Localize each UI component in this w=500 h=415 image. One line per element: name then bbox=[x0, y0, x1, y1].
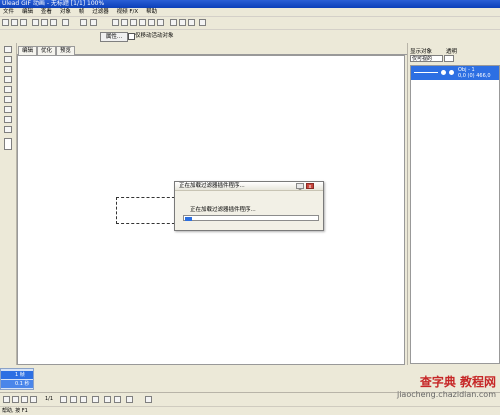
frame-settings-icon[interactable] bbox=[126, 396, 133, 403]
reverse-icon[interactable] bbox=[104, 396, 111, 403]
menu-help[interactable]: 帮助 bbox=[143, 8, 160, 16]
frame-row[interactable]: 1 帧 bbox=[1, 371, 33, 379]
add-image-icon[interactable] bbox=[32, 19, 39, 26]
watermark: 查字典 教程网 jiaocheng.chazidian.com bbox=[368, 374, 496, 410]
loading-dialog: 正在加载过滤器插件程序... _ x 正在加载过滤器插件程序... bbox=[174, 181, 324, 231]
next-frame-icon[interactable] bbox=[30, 396, 37, 403]
redo-icon[interactable] bbox=[90, 19, 97, 26]
undo-icon[interactable] bbox=[80, 19, 87, 26]
transparency-label: 透明 bbox=[446, 49, 458, 55]
menu-edit[interactable]: 编辑 bbox=[19, 8, 36, 16]
export-icon[interactable] bbox=[62, 19, 69, 26]
prev-frame-icon[interactable] bbox=[21, 396, 28, 403]
cut-icon[interactable] bbox=[112, 19, 119, 26]
frame-panel-icon[interactable] bbox=[170, 19, 177, 26]
new-file-icon[interactable] bbox=[2, 19, 9, 26]
save-icon[interactable] bbox=[20, 19, 27, 26]
color-swatch[interactable] bbox=[4, 138, 12, 150]
first-frame-icon[interactable] bbox=[12, 396, 19, 403]
lock-icon[interactable] bbox=[449, 70, 454, 75]
progress-bar bbox=[183, 215, 319, 221]
object-line-icon bbox=[414, 72, 438, 73]
eraser-tool-icon[interactable] bbox=[4, 96, 12, 103]
move-active-only-checkbox[interactable] bbox=[128, 33, 135, 40]
object-panel-icon[interactable] bbox=[179, 19, 186, 26]
menu-frame[interactable]: 帧 bbox=[76, 8, 88, 16]
paste-icon[interactable] bbox=[130, 19, 137, 26]
move-active-only-label: 仅移动活动对象 bbox=[135, 33, 174, 39]
menu-filter[interactable]: 过滤器 bbox=[89, 8, 112, 16]
display-select[interactable]: 仅可视的 bbox=[410, 55, 443, 62]
delete-icon[interactable] bbox=[148, 19, 155, 26]
crop-tool-icon[interactable] bbox=[4, 76, 12, 83]
minimize-icon[interactable]: _ bbox=[296, 183, 304, 190]
visible-icon[interactable] bbox=[441, 70, 446, 75]
open-file-icon[interactable] bbox=[11, 19, 18, 26]
marquee-tool-icon[interactable] bbox=[4, 56, 12, 63]
tween-icon[interactable] bbox=[92, 396, 99, 403]
menu-video-fx[interactable]: 视频 F/X bbox=[114, 8, 142, 16]
duplicate-icon[interactable] bbox=[157, 19, 164, 26]
menu-bar: 文件 编辑 查看 对象 帧 过滤器 视频 F/X 帮助 bbox=[0, 8, 500, 17]
window-title: Ulead GIF 动画 - 无标题 [1/1] 100% bbox=[2, 0, 105, 7]
zoom-tool-icon[interactable] bbox=[4, 116, 12, 123]
watermark-url: jiaocheng.chazidian.com bbox=[396, 390, 496, 399]
window-title-bar: Ulead GIF 动画 - 无标题 [1/1] 100% bbox=[0, 0, 500, 8]
display-objects-label: 显示对象 bbox=[410, 49, 433, 55]
paint-tool-icon[interactable] bbox=[4, 86, 12, 93]
menu-object[interactable]: 对象 bbox=[57, 8, 74, 16]
object-list-item[interactable]: Obj - 1 0,0 (0) 466,0 bbox=[411, 66, 499, 80]
object-list: Obj - 1 0,0 (0) 466,0 bbox=[410, 65, 500, 364]
watermark-title: 查字典 教程网 bbox=[419, 375, 496, 389]
last-frame-icon[interactable] bbox=[60, 396, 67, 403]
tab-optimize[interactable]: 优化 bbox=[37, 46, 57, 55]
pick-tool-icon[interactable] bbox=[4, 46, 12, 53]
select-all-icon[interactable] bbox=[139, 19, 146, 26]
status-text: 帮助, 按 F1 bbox=[2, 408, 28, 414]
view-tabs: 编辑 优化 预览 bbox=[17, 46, 407, 55]
text-tool-icon[interactable] bbox=[4, 106, 12, 113]
eyedropper-tool-icon[interactable] bbox=[4, 126, 12, 133]
transparency-select[interactable] bbox=[444, 55, 454, 62]
frame-counter: 1/1 bbox=[45, 396, 54, 402]
close-icon[interactable]: x bbox=[306, 183, 314, 190]
main-toolbar bbox=[0, 17, 500, 30]
add-video-icon[interactable] bbox=[41, 19, 48, 26]
help-icon[interactable] bbox=[199, 19, 206, 26]
menu-view[interactable]: 查看 bbox=[38, 8, 55, 16]
delay-row[interactable]: 0.1 秒 bbox=[1, 380, 33, 388]
menu-file[interactable]: 文件 bbox=[0, 8, 17, 16]
play-icon[interactable] bbox=[3, 396, 10, 403]
tab-preview[interactable]: 预览 bbox=[56, 46, 76, 55]
lasso-tool-icon[interactable] bbox=[4, 66, 12, 73]
frame-info-icon[interactable] bbox=[145, 396, 152, 403]
preview-icon[interactable] bbox=[188, 19, 195, 26]
tool-palette bbox=[0, 43, 17, 365]
progress-fill bbox=[185, 217, 192, 221]
delete-frame-icon[interactable] bbox=[80, 396, 87, 403]
properties-button[interactable]: 属性... bbox=[100, 32, 128, 42]
canvas-object-outline[interactable] bbox=[116, 197, 180, 224]
frame-properties-icon[interactable] bbox=[114, 396, 121, 403]
copy-icon[interactable] bbox=[121, 19, 128, 26]
add-frame-icon[interactable] bbox=[50, 19, 57, 26]
object-manager-panel: 显示对象 透明 仅可视的 Obj - 1 0,0 (0) 466,0 bbox=[407, 43, 500, 365]
dialog-message: 正在加载过滤器插件程序... bbox=[190, 207, 256, 213]
object-info: 0,0 (0) 466,0 bbox=[458, 73, 491, 79]
frame-panel: 1 帧 0.1 秒 bbox=[0, 368, 34, 390]
add-frame-icon[interactable] bbox=[70, 396, 77, 403]
tab-edit[interactable]: 编辑 bbox=[18, 46, 38, 55]
